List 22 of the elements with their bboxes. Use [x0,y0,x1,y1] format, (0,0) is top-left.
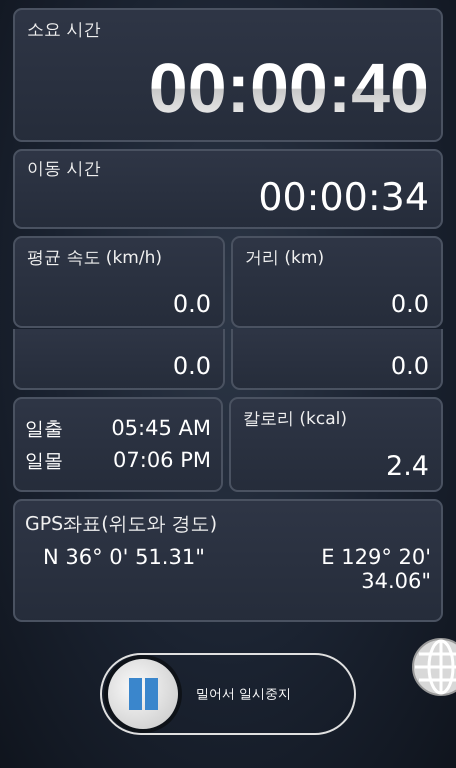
globe-icon[interactable] [411,637,456,697]
sun-label: 일출 [25,416,63,442]
slider-label: 밀어서 일시중지 [196,686,292,703]
pause-swipe-control[interactable]: 밀어서 일시중지 [100,653,356,735]
longitude: E 129° 20' 34.06" [320,545,431,593]
sun-time: 05:45 AM [111,416,211,440]
stat-value: 0.0 [172,352,211,380]
sun-label: 일몰 [25,448,63,474]
stat-value: 0.0 [390,352,429,380]
timer-value: 00:00:34 [258,178,429,216]
sun-time: 07:06 PM [113,448,211,472]
stat-value: 0.0 [390,290,429,318]
stat-label: 거리 (km) [245,247,326,269]
gps-label: GPS좌표(위도와 경도) [25,512,218,537]
pause-icon[interactable] [108,659,178,729]
stat-value: 0.0 [172,290,211,318]
timer-label: 소요 시간 [27,19,102,41]
calorie-value: 2.4 [386,451,429,482]
timer-label: 이동 시간 [27,158,102,180]
latitude: N 36° 0' 51.31" [43,545,205,569]
calorie-label: 칼로리 (kcal) [243,408,348,430]
stat-label: 평균 속도 (km/h) [27,247,163,269]
